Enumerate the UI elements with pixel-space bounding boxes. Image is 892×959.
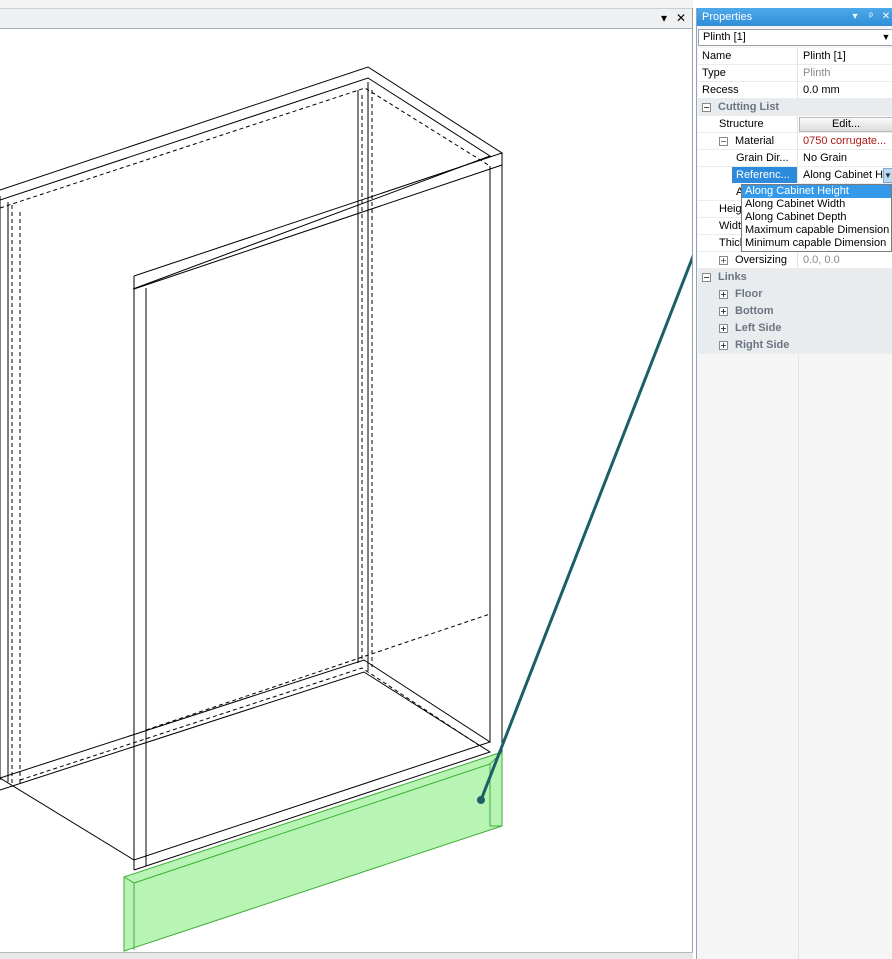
row-value: Plinth — [803, 67, 831, 79]
properties-title: Properties — [702, 11, 753, 23]
link-floor[interactable]: + Floor — [698, 286, 892, 303]
row-recess[interactable]: Recess 0.0 mm — [698, 82, 892, 99]
cutting-list-label: Cutting List — [718, 101, 780, 113]
oversizing-label: Oversizing — [735, 254, 787, 266]
row-value[interactable]: 0.0 mm — [799, 82, 892, 99]
link-left-side[interactable]: + Left Side — [698, 320, 892, 337]
viewport-close-icon[interactable]: ✕ — [674, 11, 688, 26]
front-right-side-edges — [489, 165, 503, 752]
row-label: Structure — [698, 116, 798, 133]
left-hidden-edges — [11, 205, 21, 785]
right-side-label: Right Side — [735, 339, 790, 351]
dropdown-option[interactable]: Along Cabinet Depth — [742, 211, 891, 224]
dropdown-option[interactable]: Maximum capable Dimension — [742, 224, 891, 237]
row-reference[interactable]: Referenc... Along Cabinet H ▼ — [698, 167, 892, 184]
top-panel-hidden-edge — [0, 87, 491, 209]
collapse-icon[interactable]: − — [702, 102, 711, 112]
viewport-toolbar: ▾ ✕ — [0, 8, 692, 29]
link-right-side[interactable]: + Right Side — [698, 337, 892, 354]
row-value[interactable]: No Grain — [799, 150, 892, 167]
viewport-status-strip — [0, 952, 693, 959]
row-oversizing[interactable]: + Oversizing 0.0, 0.0 — [698, 252, 892, 269]
collapse-icon[interactable]: − — [719, 136, 728, 146]
viewport-menu-icon[interactable]: ▾ — [657, 11, 671, 26]
expand-icon[interactable]: + — [719, 289, 728, 299]
expand-icon[interactable]: + — [719, 323, 728, 333]
back-hidden-edges — [361, 90, 373, 667]
row-type[interactable]: Type Plinth — [698, 65, 892, 82]
left-side-edges — [0, 196, 9, 782]
properties-title-bar: Properties ▾ ᵖ ✕ — [697, 8, 892, 26]
link-bottom[interactable]: + Bottom — [698, 303, 892, 320]
front-left-side-edges — [133, 288, 147, 870]
floor-label: Floor — [735, 288, 763, 300]
row-label: + Bottom — [698, 303, 892, 320]
row-value: 0.0, 0.0 — [803, 254, 840, 266]
category-cutting-list[interactable]: − Cutting List — [698, 99, 892, 116]
row-label: Grain Dir... — [698, 150, 798, 167]
callout-arrow — [477, 254, 692, 804]
row-label: Type — [698, 65, 798, 82]
category-label: − Links — [698, 269, 892, 286]
expand-icon[interactable]: + — [719, 340, 728, 350]
row-label-wrap: Referenc... — [698, 167, 798, 184]
row-value[interactable]: Plinth [1] — [799, 48, 892, 65]
left-side-label: Left Side — [735, 322, 782, 334]
row-label: + Left Side — [698, 320, 892, 337]
object-selector[interactable]: Plinth [1] ▼ — [698, 29, 892, 46]
links-label: Links — [718, 271, 747, 283]
row-material[interactable]: − Material 0750 corrugate... — [698, 133, 892, 150]
expand-icon[interactable]: + — [719, 255, 728, 265]
row-structure[interactable]: Structure Edit... — [698, 116, 892, 133]
dropdown-option[interactable]: Along Cabinet Width — [742, 198, 891, 211]
row-label: Referenc... — [732, 167, 797, 183]
bottom-hidden-edge — [19, 667, 481, 781]
row-label: + Right Side — [698, 337, 892, 354]
row-label: − Material — [698, 133, 798, 150]
dropdown-option[interactable]: Minimum capable Dimension — [742, 237, 891, 250]
back-right-edges — [357, 82, 369, 671]
material-label: Material — [735, 135, 775, 147]
structure-edit-button[interactable]: Edit... — [799, 117, 892, 132]
panel-pin-icon[interactable]: ᵖ — [865, 8, 877, 26]
viewport-top-strip — [0, 0, 693, 8]
collapse-icon[interactable]: − — [702, 272, 711, 282]
bottom-shelf-hidden — [145, 613, 491, 731]
expand-icon[interactable]: + — [719, 306, 728, 316]
row-label: + Floor — [698, 286, 892, 303]
panel-menu-icon[interactable]: ▾ — [849, 8, 861, 26]
object-selector-value: Plinth [1] — [703, 31, 746, 43]
property-grid-empty-area — [698, 355, 892, 959]
row-value[interactable]: 0750 corrugate... — [799, 133, 892, 150]
3d-viewport[interactable]: ▾ ✕ — [0, 0, 693, 959]
reference-dropdown-list[interactable]: Along Cabinet Height Along Cabinet Width… — [741, 184, 892, 252]
cabinet-model[interactable] — [0, 30, 692, 959]
category-links[interactable]: − Links — [698, 269, 892, 286]
plinth-highlight[interactable] — [123, 751, 503, 952]
row-label: Recess — [698, 82, 798, 99]
row-name[interactable]: Name Plinth [1] — [698, 48, 892, 65]
reference-select[interactable]: Along Cabinet H — [799, 167, 892, 184]
row-grain-direction[interactable]: Grain Dir... No Grain — [698, 150, 892, 167]
category-label: − Cutting List — [698, 99, 892, 116]
column-divider — [798, 355, 799, 959]
top-panel-edge — [133, 153, 503, 290]
chevron-down-icon[interactable]: ▼ — [883, 168, 892, 183]
panel-close-icon[interactable]: ✕ — [880, 8, 892, 26]
chevron-down-icon[interactable]: ▼ — [881, 30, 891, 45]
bottom-label: Bottom — [735, 305, 774, 317]
row-label: Name — [698, 48, 798, 65]
dropdown-option[interactable]: Along Cabinet Height — [742, 185, 891, 198]
row-label: + Oversizing — [698, 252, 798, 269]
properties-panel: Properties ▾ ᵖ ✕ Plinth [1] ▼ Name Plint… — [696, 8, 892, 959]
